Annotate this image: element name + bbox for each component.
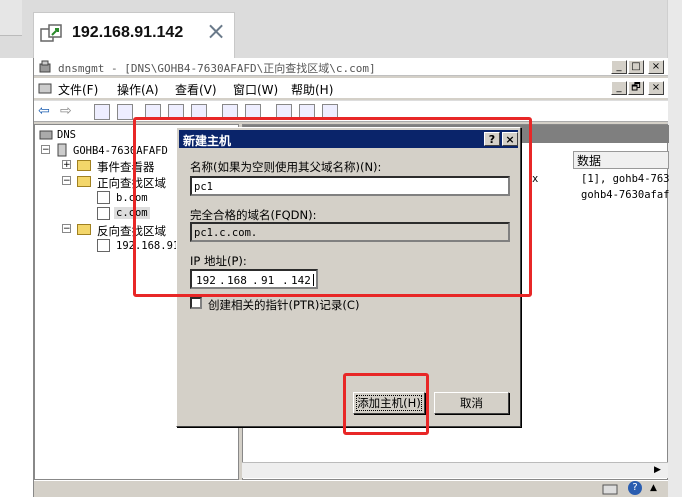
expand-event-viewer-icon[interactable]: + (62, 160, 71, 170)
maximize-button[interactable]: □ (628, 60, 644, 74)
tree-item-dns[interactable]: DNS (57, 129, 76, 141)
cancel-button[interactable]: 取消 (434, 392, 509, 414)
menu-help[interactable]: 帮助(H) (291, 81, 333, 98)
annotation-box-add-button (343, 373, 429, 435)
row1-partial-cell: x (532, 173, 539, 185)
browser-tab[interactable]: 192.168.91.142 × (33, 12, 235, 58)
status-bar: ? ▲ (34, 480, 668, 497)
reverse-zone-icon (97, 239, 110, 252)
back-arrow-icon[interactable]: ⇦ (38, 103, 50, 119)
console-icon (38, 81, 52, 98)
mmc-title-bar: dnsmgmt - [DNS\GOHB4-7630AFAFD\正向查找区域\c.… (34, 58, 668, 76)
minimize-button[interactable]: _ (611, 60, 627, 74)
forward-zones-folder-icon (77, 176, 91, 187)
menu-bar: 文件(F) 操作(A) 查看(V) 窗口(W) 帮助(H) _ 🗗 × (34, 78, 668, 98)
inner-close-button[interactable]: × (648, 81, 664, 95)
page-scrollbar[interactable] (667, 0, 682, 497)
menu-view[interactable]: 查看(V) (175, 81, 217, 98)
browser-tab-strip: 192.168.91.142 × (0, 0, 682, 58)
tab-strip-left-pane (0, 0, 22, 36)
server-icon (55, 143, 69, 160)
horizontal-scrollbar[interactable]: ▶ (242, 462, 668, 478)
row2-data-cell[interactable]: gohb4-7630afaf (581, 189, 670, 201)
show-tree-icon[interactable] (117, 104, 133, 120)
keyboard-icon[interactable] (602, 482, 618, 499)
dns-icon (39, 129, 53, 144)
zone-b-icon (97, 191, 110, 204)
event-viewer-folder-icon (77, 160, 91, 171)
annotation-box-fields (133, 117, 532, 297)
dns-manager-icon (38, 60, 52, 77)
reverse-zones-folder-icon (77, 224, 91, 235)
inner-minimize-button[interactable]: _ (611, 81, 627, 95)
help-circle-icon[interactable]: ? (628, 481, 642, 495)
tray-arrow-icon[interactable]: ▲ (650, 483, 657, 493)
up-folder-icon[interactable] (94, 104, 110, 120)
menu-action[interactable]: 操作(A) (117, 81, 159, 98)
column-header-data[interactable]: 数据 (573, 151, 669, 169)
mmc-window-title: dnsmgmt - [DNS\GOHB4-7630AFAFD\正向查找区域\c.… (58, 62, 376, 75)
scroll-right-icon[interactable]: ▶ (654, 465, 661, 475)
collapse-forward-zones-icon[interactable]: − (62, 176, 71, 186)
zone-c-icon (97, 207, 110, 220)
tab-title: 192.168.91.142 (72, 24, 184, 41)
menu-file[interactable]: 文件(F) (58, 81, 98, 98)
ptr-record-checkbox[interactable] (190, 297, 202, 309)
close-tab-icon[interactable]: × (206, 19, 226, 43)
close-window-button[interactable]: × (648, 60, 664, 74)
ptr-record-label[interactable]: 创建相关的指针(PTR)记录(C) (208, 297, 359, 313)
row1-data-cell[interactable]: [1], gohb4-763 (581, 173, 670, 185)
forward-arrow-icon[interactable]: ⇨ (60, 103, 72, 119)
remote-desktop-icon (40, 23, 64, 45)
menu-window[interactable]: 窗口(W) (233, 81, 278, 98)
collapse-server-icon[interactable]: − (41, 145, 50, 155)
inner-restore-button[interactable]: 🗗 (628, 81, 644, 95)
collapse-reverse-zones-icon[interactable]: − (62, 224, 71, 234)
